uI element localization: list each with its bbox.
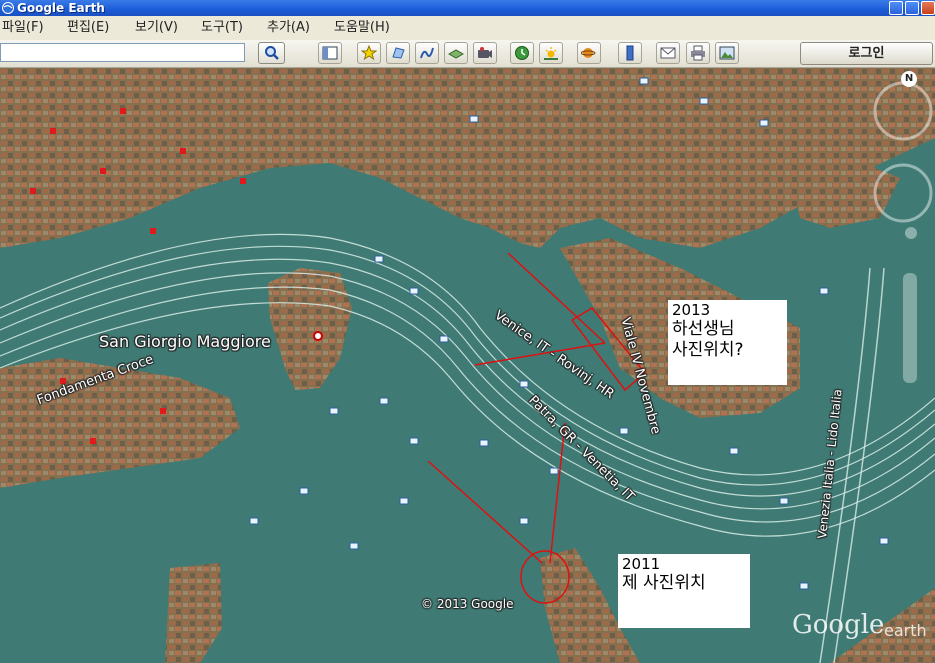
maximize-button[interactable] [905, 1, 919, 15]
planet-switch-button[interactable] [577, 42, 601, 64]
clock-icon [515, 46, 529, 60]
sidebar-icon [322, 46, 338, 60]
menu-bar: 파일(F) 편집(E) 보기(V) 도구(T) 추가(A) 도움말(H) [0, 16, 935, 40]
historical-imagery-button[interactable] [510, 42, 534, 64]
planet-icon [581, 48, 596, 58]
printer-icon [691, 45, 705, 61]
print-button[interactable] [686, 42, 710, 64]
note-year-2011: 2011 [622, 555, 661, 573]
sun-icon [544, 47, 558, 60]
sidebar-toggle-button[interactable] [318, 42, 342, 64]
close-button[interactable] [921, 1, 935, 15]
note-year-2013: 2013 [672, 301, 711, 319]
path-icon [420, 47, 434, 59]
annotation-note-2011: 2011 제 사진위치 [618, 554, 750, 628]
search-icon [265, 46, 279, 60]
toolbar: 로그인 [0, 40, 935, 68]
look-joystick [873, 81, 933, 141]
sunlight-button[interactable] [539, 42, 563, 64]
login-button[interactable]: 로그인 [800, 42, 933, 65]
note-line-my-photo: 제 사진위치 [622, 573, 706, 593]
google-earth-icon [2, 2, 14, 14]
earth-logo: earth [884, 621, 927, 640]
zoom-slider [903, 273, 917, 383]
image-icon [719, 46, 735, 60]
envelope-icon [660, 47, 676, 59]
menu-add[interactable]: 추가(A) [267, 16, 310, 40]
email-button[interactable] [656, 42, 680, 64]
minimize-button[interactable] [889, 1, 903, 15]
add-polygon-button[interactable] [386, 42, 410, 64]
save-image-button[interactable] [715, 42, 739, 64]
navigation-controls[interactable] [865, 73, 935, 383]
add-path-button[interactable] [415, 42, 439, 64]
menu-help[interactable]: 도움말(H) [334, 16, 390, 40]
placemark-icon [361, 45, 377, 61]
menu-file[interactable]: 파일(F) [2, 16, 44, 40]
camera-icon [478, 47, 492, 58]
move-joystick [873, 163, 933, 223]
image-overlay-icon [448, 49, 464, 59]
google-logo: Google [792, 610, 885, 640]
note-line-teacher: 하선생님 [672, 319, 735, 339]
street-view-pegman-icon [905, 227, 917, 239]
ruler-button[interactable] [618, 42, 642, 64]
place-label-san-giorgio[interactable]: San Giorgio Maggiore [99, 332, 271, 351]
search-button[interactable] [258, 42, 285, 64]
note-line-photo-location: 사진위치? [672, 340, 744, 360]
menu-view[interactable]: 보기(V) [135, 16, 178, 40]
search-input[interactable] [0, 43, 245, 62]
add-image-overlay-button[interactable] [444, 42, 468, 64]
add-placemark-button[interactable] [357, 42, 381, 64]
record-tour-button[interactable] [473, 42, 497, 64]
title-bar: Google Earth [0, 0, 935, 16]
copyright-label: © 2013 Google [421, 597, 514, 611]
ruler-icon [626, 45, 634, 61]
menu-edit[interactable]: 편집(E) [67, 16, 109, 40]
polygon-icon [392, 47, 405, 59]
annotation-note-2013: 2013 하선생님 사진위치? [668, 300, 787, 385]
map-view[interactable]: San Giorgio Maggiore Fondamenta Croce Ve… [0, 68, 935, 663]
menu-tools[interactable]: 도구(T) [201, 16, 243, 40]
window-title: Google Earth [17, 1, 105, 15]
